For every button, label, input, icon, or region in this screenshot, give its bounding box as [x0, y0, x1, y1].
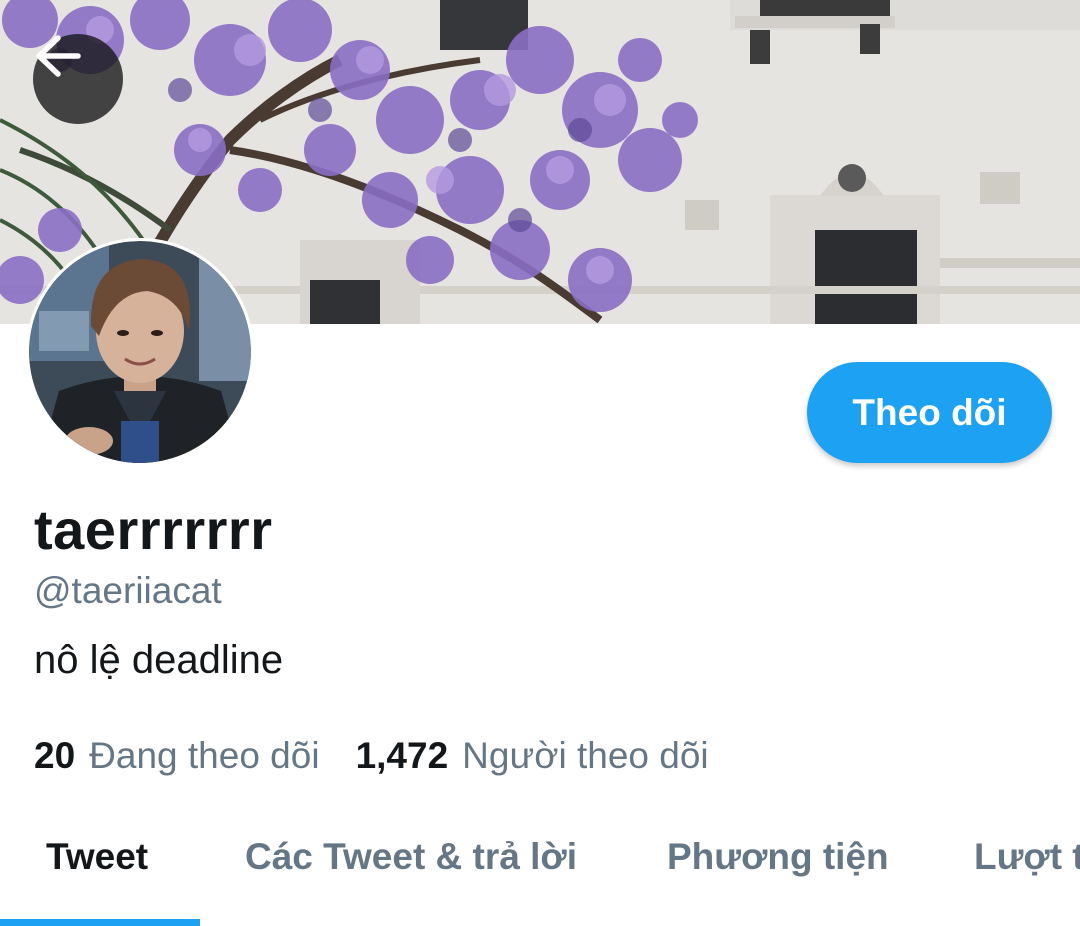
followers-count: 1,472: [355, 735, 449, 776]
arrow-left-icon: [36, 35, 81, 77]
tab-media[interactable]: Phương tiện: [667, 836, 889, 878]
active-tab-indicator: [0, 919, 200, 926]
user-handle: @taeriiacat: [34, 570, 222, 611]
following-stat[interactable]: 20 Đang theo dõi: [34, 735, 320, 777]
tab-tweets[interactable]: Tweet: [46, 836, 148, 878]
profile-bio: nô lệ deadline: [34, 638, 284, 682]
profile-page: Theo dõi taerrrrrrr @taeriiacat nô lệ de…: [0, 0, 1080, 926]
following-label: Đang theo dõi: [89, 735, 320, 776]
followers-label: Người theo dõi: [462, 735, 709, 776]
tab-tweets-and-replies[interactable]: Các Tweet & trả lời: [245, 836, 577, 878]
tab-likes[interactable]: Lượt thích: [974, 836, 1080, 878]
follow-button[interactable]: Theo dõi: [807, 362, 1052, 463]
avatar-photo: [29, 241, 251, 463]
followers-stat[interactable]: 1,472 Người theo dõi: [356, 735, 709, 777]
follow-stats: 20 Đang theo dõi 1,472 Người theo dõi: [34, 735, 709, 777]
avatar[interactable]: [26, 238, 254, 466]
back-button[interactable]: [33, 34, 123, 124]
following-count: 20: [34, 735, 76, 776]
profile-tabs: Tweet Các Tweet & trả lời Phương tiện Lư…: [0, 812, 1080, 926]
display-name: taerrrrrrr: [34, 498, 273, 561]
